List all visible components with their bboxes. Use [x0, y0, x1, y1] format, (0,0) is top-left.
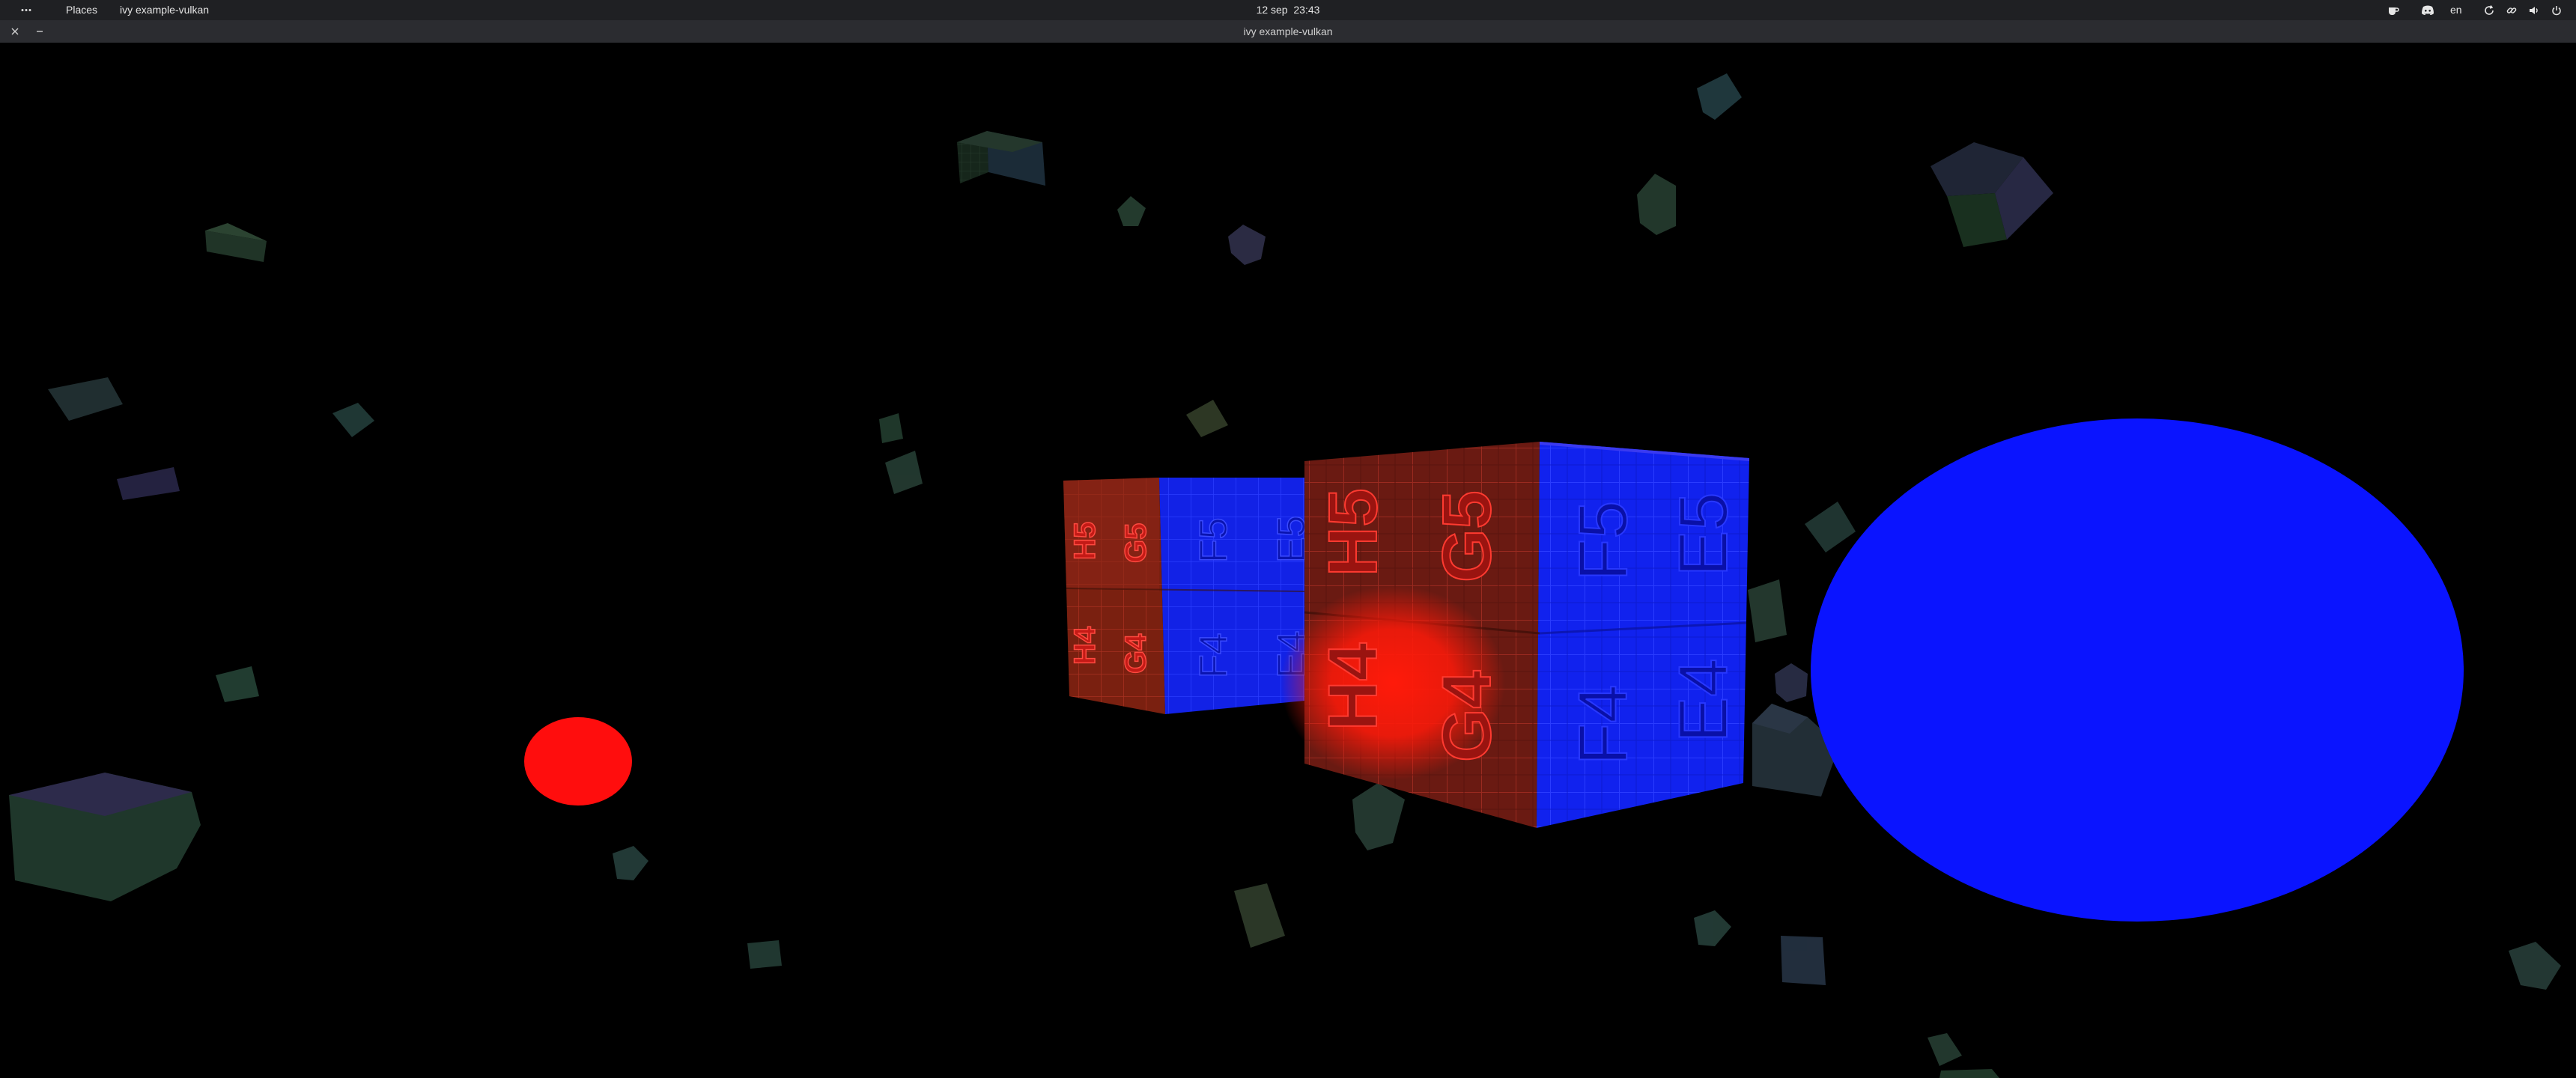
distant-cube: [613, 846, 648, 880]
tea-icon[interactable]: [2386, 3, 2401, 18]
back-cube-label-g5: G5: [1120, 523, 1152, 563]
distant-cube: [48, 377, 123, 421]
distant-cube: [2509, 942, 2561, 990]
distant-cube: [1117, 196, 1146, 226]
distant-cube: [1186, 400, 1228, 437]
dots-menu-icon[interactable]: [18, 0, 34, 20]
link-icon[interactable]: [2504, 3, 2519, 18]
distant-cube: [1228, 225, 1266, 265]
distant-cube: [885, 451, 923, 494]
back-cube-label-h5: H5: [1069, 522, 1102, 560]
places-menu[interactable]: Places: [66, 0, 97, 20]
window-titlebar[interactable]: ivy example-vulkan: [0, 20, 2576, 43]
minimize-icon[interactable]: [31, 20, 48, 43]
distant-cube: [1775, 663, 1808, 702]
front-cube-label-f4: F4: [1565, 685, 1641, 765]
update-icon[interactable]: [2482, 3, 2497, 18]
distant-cube: [1748, 579, 1787, 642]
language-indicator[interactable]: en: [2450, 0, 2462, 20]
distant-cube: [216, 666, 259, 702]
front-cube-label-f5: F5: [1565, 501, 1641, 581]
front-cube-label-e5: E5: [1665, 492, 1742, 576]
distant-cube: [747, 940, 782, 969]
distant-cube: [1928, 1033, 1999, 1078]
distant-cube: [9, 773, 201, 901]
distant-cube: [1805, 502, 1856, 552]
clock-time: 23:43: [1293, 4, 1320, 16]
clock[interactable]: 12 sep 23:43: [1243, 0, 1333, 20]
front-cube-label-g5: G5: [1429, 490, 1505, 582]
back-cube-label-f4: F4: [1192, 633, 1236, 678]
front-cube-label-e4: E4: [1665, 658, 1742, 743]
distant-cube: [1637, 174, 1676, 235]
top-panel: Places ivy example-vulkan 12 sep 23:43 e…: [0, 0, 2576, 20]
clock-date: 12 sep: [1256, 4, 1288, 16]
distant-cube: [205, 223, 267, 262]
distant-cube: [879, 413, 903, 443]
front-cube-label-g4: G4: [1429, 670, 1505, 762]
distant-cube: [1234, 883, 1285, 948]
volume-icon[interactable]: [2527, 3, 2542, 18]
vulkan-render-viewport[interactable]: H5 G5 H4 G4 F5 E5 F4 E4 H5 G5: [0, 43, 2576, 1078]
distant-cube: [1931, 142, 2053, 247]
distant-cube: [1694, 910, 1731, 946]
power-icon[interactable]: [2549, 3, 2564, 18]
back-cube-label-g4: G4: [1120, 633, 1152, 674]
front-cube-label-h4: H4: [1315, 642, 1391, 731]
front-cube: H5 G5 H4 G4 F5 E5 F4 E4: [1281, 442, 1749, 828]
blue-light-sphere: [1811, 418, 2464, 922]
front-cube-label-h5: H5: [1315, 488, 1391, 576]
discord-icon[interactable]: [2420, 3, 2435, 18]
back-cube-label-f5: F5: [1192, 517, 1236, 563]
back-cube: H5 G5 H4 G4 F5 E5 F4 E4: [1063, 478, 1314, 714]
red-light-sphere: [524, 717, 632, 806]
back-cube-label-h4: H4: [1069, 626, 1102, 665]
distant-cube: [332, 403, 374, 437]
distant-cube: [1781, 936, 1826, 985]
window-title: ivy example-vulkan: [1243, 25, 1333, 37]
close-icon[interactable]: [7, 20, 23, 43]
distant-cube: [1697, 73, 1742, 120]
active-app-menu[interactable]: ivy example-vulkan: [120, 0, 209, 20]
distant-cube: [117, 467, 180, 500]
distant-cube: [1352, 783, 1405, 850]
distant-cube: [957, 131, 1045, 186]
